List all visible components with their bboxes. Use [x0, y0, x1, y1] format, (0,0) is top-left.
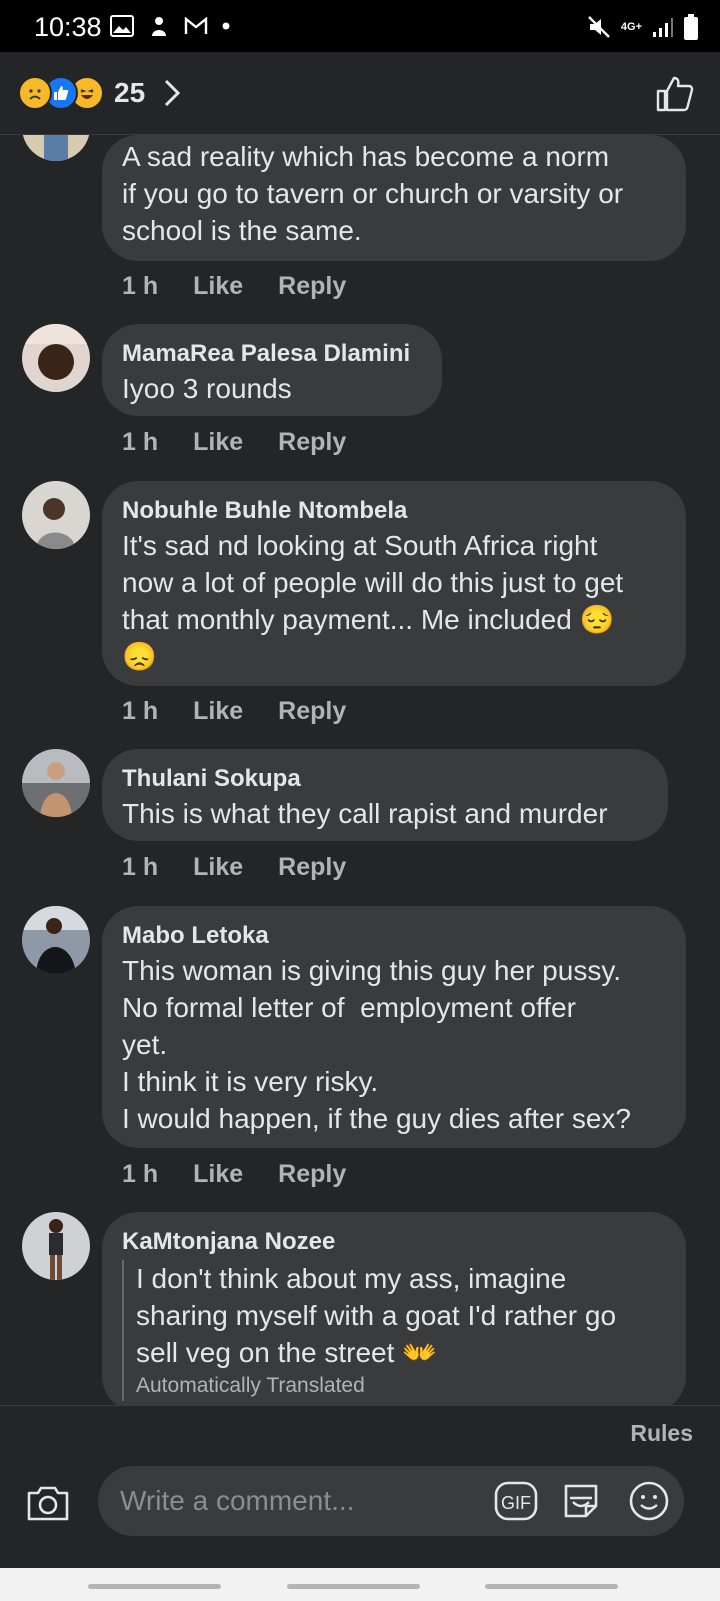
- comment-author[interactable]: Nobuhle Buhle Ntombela: [122, 495, 666, 527]
- comment-time: 1 h: [122, 428, 159, 456]
- reactions-summary[interactable]: 25: [18, 76, 181, 110]
- comment-time: 1 h: [122, 853, 159, 881]
- signal-icon: [653, 18, 673, 37]
- comment-text: A sad reality which has become a norm if…: [122, 141, 624, 246]
- comment-input[interactable]: Write a comment... GIF: [98, 1466, 684, 1536]
- comment-actions: 1 h Like Reply: [122, 853, 346, 882]
- comment-actions: 1 h Like Reply: [122, 697, 346, 726]
- comment-time: 1 h: [122, 272, 159, 300]
- comment-author[interactable]: Mabo Letoka: [122, 920, 666, 952]
- emoji-icon[interactable]: [628, 1480, 670, 1522]
- comment-author[interactable]: MamaRea Palesa Dlamini: [122, 338, 422, 370]
- sad-reaction-icon: [18, 76, 52, 110]
- gallery-icon: [110, 15, 134, 37]
- gmail-icon: [184, 17, 208, 34]
- comments-list[interactable]: A sad reality which has become a norm if…: [0, 135, 720, 1405]
- avatar[interactable]: [22, 749, 90, 817]
- messenger-icon: [152, 17, 166, 36]
- system-icons: 4G+: [587, 14, 698, 40]
- comment-bubble[interactable]: Mabo Letoka This woman is giving this gu…: [102, 906, 686, 1148]
- avatar[interactable]: [22, 481, 90, 549]
- comment-author[interactable]: KaMtonjana Nozee: [122, 1226, 666, 1258]
- reaction-count: 25: [114, 77, 146, 108]
- battery-icon: [684, 14, 698, 40]
- camera-icon[interactable]: [26, 1484, 70, 1522]
- reply-button[interactable]: Reply: [278, 272, 346, 301]
- comment-bubble[interactable]: A sad reality which has become a norm if…: [102, 135, 686, 261]
- like-button[interactable]: Like: [193, 1160, 243, 1189]
- comments-header: 25: [0, 52, 720, 135]
- notification-icons: [110, 14, 230, 38]
- comment-text: This is what they call rapist and murder: [122, 798, 608, 829]
- comment-input-placeholder: Write a comment...: [120, 1485, 355, 1516]
- comment-bubble[interactable]: KaMtonjana Nozee I don't think about my …: [102, 1212, 686, 1405]
- status-bar: 10:38 4G+: [0, 0, 720, 52]
- like-button[interactable]: Like: [193, 428, 243, 457]
- comment-time: 1 h: [122, 697, 159, 725]
- comment-bubble[interactable]: Thulani Sokupa This is what they call ra…: [102, 749, 668, 841]
- comment-actions: 1 h Like Reply: [122, 272, 346, 301]
- auto-translated-label[interactable]: Automatically Translated: [136, 1371, 666, 1401]
- reply-button[interactable]: Reply: [278, 1160, 346, 1189]
- reply-button[interactable]: Reply: [278, 428, 346, 457]
- comment-actions: 1 h Like Reply: [122, 428, 346, 457]
- like-button[interactable]: Like: [193, 697, 243, 726]
- rules-link[interactable]: Rules: [630, 1420, 693, 1447]
- chevron-right-icon[interactable]: [163, 78, 181, 108]
- like-button[interactable]: Like: [193, 853, 243, 882]
- nav-recents[interactable]: [88, 1584, 221, 1589]
- avatar[interactable]: [22, 906, 90, 974]
- comment-text: I don't think about my ass, imagine shar…: [136, 1263, 617, 1368]
- like-icon[interactable]: [656, 76, 694, 112]
- reply-button[interactable]: Reply: [278, 697, 346, 726]
- gif-label: GIF: [501, 1493, 531, 1513]
- comment-composer: Rules Write a comment... GIF: [0, 1405, 720, 1601]
- mute-icon: [588, 16, 610, 38]
- like-button[interactable]: Like: [193, 272, 243, 301]
- gif-icon[interactable]: GIF: [494, 1481, 538, 1521]
- comment-time: 1 h: [122, 1160, 159, 1188]
- comment-bubble[interactable]: MamaRea Palesa Dlamini Iyoo 3 rounds: [102, 324, 442, 416]
- reply-button[interactable]: Reply: [278, 853, 346, 882]
- nav-back[interactable]: [485, 1584, 618, 1589]
- comment-text: This woman is giving this guy her pussy.…: [122, 955, 631, 1134]
- comment-text: It's sad nd looking at South Africa righ…: [122, 530, 624, 672]
- nav-home[interactable]: [287, 1584, 420, 1589]
- network-type: 4G+: [620, 21, 642, 33]
- avatar[interactable]: [22, 135, 90, 161]
- avatar[interactable]: [22, 1212, 90, 1280]
- dot-icon: [222, 22, 230, 30]
- comment-text: Iyoo 3 rounds: [122, 373, 292, 404]
- comment-bubble[interactable]: Nobuhle Buhle Ntombela It's sad nd looki…: [102, 481, 686, 686]
- comment-author[interactable]: Thulani Sokupa: [122, 763, 648, 795]
- status-time: 10:38: [34, 12, 102, 42]
- sticker-icon[interactable]: [560, 1480, 602, 1522]
- translated-content: I don't think about my ass, imagine shar…: [122, 1260, 666, 1401]
- comment-actions: 1 h Like Reply: [122, 1160, 346, 1189]
- system-nav-bar: [0, 1568, 720, 1601]
- avatar[interactable]: [22, 324, 90, 392]
